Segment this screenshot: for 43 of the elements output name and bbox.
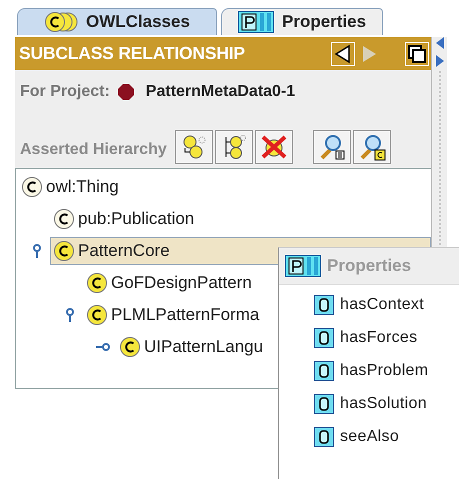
object-property-icon [314, 426, 334, 446]
tree-item[interactable]: pub:Publication [50, 205, 200, 233]
add-sibling-button[interactable] [214, 130, 253, 164]
object-property-icon [314, 294, 334, 314]
panel-title: SUBCLASS RELATIONSHIP [19, 43, 246, 64]
tree-item[interactable]: UIPatternLangu [116, 333, 268, 361]
classes-icon [44, 11, 78, 33]
class-icon [53, 208, 75, 230]
property-item[interactable]: seeAlso [279, 420, 459, 453]
object-property-icon [314, 328, 334, 348]
hierarchy-label: Asserted Hierarchy [20, 141, 167, 159]
class-icon [21, 176, 43, 198]
property-item[interactable]: hasSolution [279, 387, 459, 420]
collapsed-handle-icon[interactable] [96, 343, 110, 351]
property-icon [238, 11, 274, 33]
property-item[interactable]: hasProblem [279, 354, 459, 387]
add-class-button[interactable] [174, 130, 213, 164]
object-property-icon [314, 394, 334, 414]
project-label: For Project: [20, 83, 110, 101]
tree-item[interactable]: PLMLPatternForma [83, 301, 264, 329]
project-name: PatternMetaData0-1 [146, 83, 296, 101]
property-item[interactable]: hasContext [279, 288, 459, 321]
expanded-handle-icon[interactable] [66, 308, 74, 322]
search-button[interactable] [352, 130, 391, 164]
class-icon [86, 304, 108, 326]
tab[interactable]: Properties [221, 8, 384, 35]
delete-icon [260, 134, 288, 160]
class-icon [86, 272, 108, 294]
delete-button[interactable] [254, 130, 293, 164]
window-button[interactable] [405, 42, 430, 66]
property-icon [285, 255, 321, 277]
tree-item[interactable]: GoFDesignPattern [83, 269, 257, 297]
expanded-handle-icon[interactable] [33, 244, 41, 258]
add-class-icon [180, 134, 207, 160]
class-icon [119, 336, 141, 358]
class-icon [53, 240, 75, 262]
search-button[interactable] [312, 130, 351, 164]
right-arrow-icon[interactable] [436, 55, 444, 67]
property-item[interactable]: hasForces [279, 321, 459, 354]
project-icon [118, 84, 134, 100]
object-property-icon [314, 360, 334, 380]
tree-item[interactable]: owl:Thing [18, 173, 124, 201]
tab[interactable]: OWLClasses [17, 8, 217, 35]
